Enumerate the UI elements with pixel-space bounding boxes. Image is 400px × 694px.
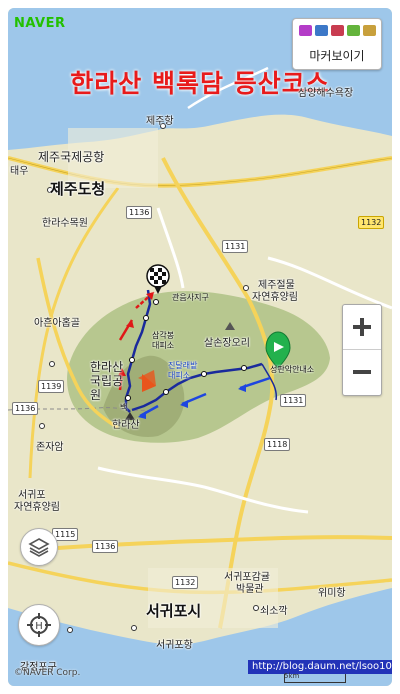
- label-samgakbong-shelter: 대피소: [152, 341, 175, 350]
- marker-toggle-label: 마커보이기: [309, 49, 365, 63]
- label-halla-national-park: 한라산국립공원: [90, 360, 124, 402]
- minus-icon: [353, 370, 371, 374]
- road-shield-1118: 1118: [264, 438, 291, 451]
- layers-button[interactable]: [20, 528, 58, 566]
- copyright: ©NAVER Corp.: [14, 668, 81, 678]
- road-shield-1136-north: 1136: [126, 206, 153, 219]
- zoom-out-button[interactable]: [343, 350, 381, 394]
- road-shield-1139: 1139: [38, 380, 65, 393]
- road-shield-1131-south: 1131: [280, 394, 307, 407]
- label-tae-u: 태우: [10, 166, 29, 177]
- marker-green-icon: [347, 25, 360, 36]
- map-frame[interactable]: NAVER 한라산 백록담 등산코스 마커보이기 삼양해수욕장 제주항 제주국제…: [8, 8, 392, 686]
- road-shield-1132-south: 1132: [172, 576, 199, 589]
- label-seogwipo-recreation-2: 자연휴양림: [14, 502, 60, 513]
- marker-gold-icon: [363, 25, 376, 36]
- label-samyang-beach: 삼양해수욕장: [298, 88, 354, 99]
- road-shield-1132: 1132: [358, 216, 385, 229]
- label-soesokkak: 쇠소깍: [260, 606, 288, 617]
- label-seogwipo-port: 서귀포항: [156, 640, 193, 651]
- label-jeju-airport: 제주국제공항: [38, 150, 105, 164]
- marker-red-icon: [331, 25, 344, 36]
- label-seogwipo-si: 서귀포시: [146, 602, 202, 620]
- zoom-in-button[interactable]: [343, 305, 381, 350]
- road-shield-1136-south: 1136: [12, 402, 39, 415]
- current-location-button[interactable]: H: [18, 604, 60, 646]
- label-museum: 박물관: [236, 584, 264, 595]
- label-baengnokdam: 백: [120, 403, 128, 412]
- label-seongpanak: 성판악안내소: [270, 365, 315, 374]
- label-aheun-ahop: 아흔아홉골: [34, 318, 80, 329]
- zoom-control: [342, 304, 382, 396]
- plus-icon: [353, 318, 371, 336]
- crosshair-icon: H: [27, 613, 51, 637]
- road-shield-1136-sw: 1136: [92, 540, 119, 553]
- naver-logo: NAVER: [14, 16, 66, 31]
- road-shield-1131-north: 1131: [222, 240, 249, 253]
- label-jeju-city-hall: 제주도청: [50, 180, 106, 198]
- label-hallasan: 한라산: [112, 420, 140, 431]
- marker-purple-icon: [299, 25, 312, 36]
- label-jonjaam: 존자암: [36, 442, 64, 453]
- scale-label: 5km: [284, 672, 300, 680]
- marker-blue-icon: [315, 25, 328, 36]
- label-gwaneumsa: 관음사지구: [172, 293, 209, 302]
- label-wimihang: 위미항: [318, 588, 346, 599]
- label-jindallaebat-shelter: 대피소: [168, 371, 191, 380]
- svg-text:H: H: [35, 621, 43, 632]
- marker-toggle-button[interactable]: 마커보이기: [292, 18, 382, 70]
- label-halla-arboretum: 한라수목원: [42, 218, 88, 229]
- marker-icons: [299, 25, 376, 37]
- layers-icon: [28, 538, 50, 557]
- label-jeju-port: 제주항: [146, 116, 174, 127]
- source-url-watermark: http://blog.daum.net/lsoo10: [248, 660, 392, 674]
- label-salsonjang: 살손장오리: [204, 338, 250, 349]
- label-recreation-forest: 자연휴양림: [252, 292, 298, 303]
